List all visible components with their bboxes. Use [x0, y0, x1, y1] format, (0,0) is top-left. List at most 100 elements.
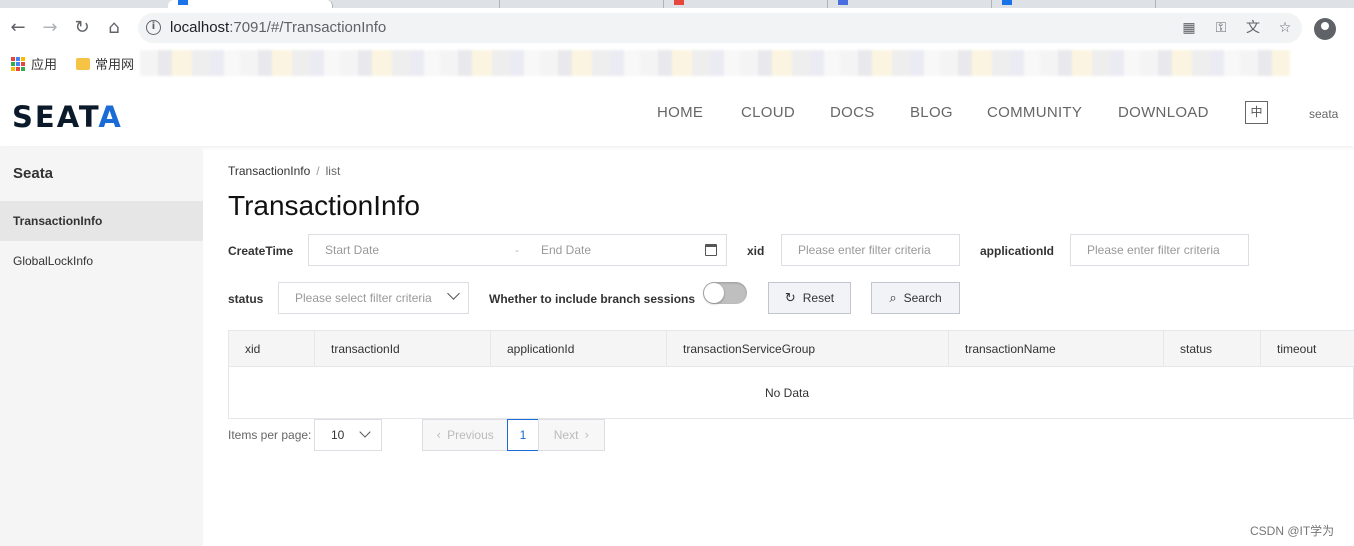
apps-grid-icon [11, 56, 25, 71]
seata-logo[interactable]: SEATA [12, 100, 123, 134]
translate-icon[interactable]: 文 [1244, 19, 1262, 37]
browser-tab-strip [0, 0, 1354, 8]
column-header-transaction-name[interactable]: transactionName [949, 331, 1164, 367]
address-url[interactable]: localhost:7091/#/TransactionInfo [170, 19, 386, 36]
tab-favicon-icon [838, 0, 848, 5]
user-name[interactable]: seata [1309, 107, 1338, 121]
browser-tab[interactable] [333, 0, 500, 8]
star-icon[interactable]: ☆ [1276, 19, 1294, 37]
status-select-placeholder: Please select filter criteria [295, 291, 432, 305]
previous-page-label: Previous [447, 428, 494, 442]
previous-page-button[interactable]: ‹ Previous [422, 419, 508, 451]
toggle-knob [704, 283, 724, 303]
transactions-table: xid transactionId applicationId transact… [228, 330, 1354, 419]
bookmark-folder[interactable]: 常用网 [76, 54, 134, 73]
home-icon[interactable]: ⌂ [104, 18, 124, 38]
next-page-label: Next [553, 428, 579, 442]
browser-tab[interactable] [992, 0, 1156, 8]
bookmark-apps-label: 应用 [31, 57, 58, 72]
column-header-transaction-id[interactable]: transactionId [315, 331, 491, 367]
reload-icon[interactable]: ↻ [72, 18, 92, 38]
watermark: CSDN @IT学为 [1250, 524, 1335, 538]
nav-community[interactable]: COMMUNITY [987, 104, 1082, 121]
refresh-icon: ↻ [784, 291, 796, 306]
calendar-icon[interactable] [705, 244, 717, 256]
status-select[interactable]: Please select filter criteria [278, 282, 469, 314]
chevron-down-icon [447, 287, 460, 300]
page-number-current[interactable]: 1 [507, 419, 539, 451]
chevron-down-icon [359, 426, 371, 438]
browser-tab-active[interactable] [168, 0, 333, 8]
browser-tab[interactable] [664, 0, 828, 8]
branch-sessions-label: Whether to include branch sessions [489, 292, 696, 306]
sidebar: Seata TransactionInfo GlobalLockInfo [0, 147, 203, 546]
url-host: localhost [170, 19, 230, 36]
breadcrumb-parent[interactable]: TransactionInfo [228, 164, 310, 178]
create-time-range-picker[interactable]: Start Date - End Date [308, 234, 727, 266]
bookmark-folder-label: 常用网 [95, 57, 135, 72]
nav-docs[interactable]: DOCS [830, 104, 875, 121]
bookmark-apps[interactable]: 应用 [11, 54, 57, 73]
browser-toolbar: ← → ↻ ⌂ i localhost:7091/#/TransactionIn… [0, 8, 1354, 48]
page-size-value: 10 [331, 428, 345, 442]
breadcrumb: TransactionInfo / list [228, 164, 340, 178]
reset-button-label: Reset [802, 291, 835, 305]
tab-favicon-icon [674, 0, 684, 5]
search-button[interactable]: ⌕ Search [871, 282, 960, 314]
column-header-application-id[interactable]: applicationId [491, 331, 667, 367]
folder-icon [76, 57, 90, 70]
back-arrow-icon[interactable]: ← [8, 18, 28, 38]
nav-cloud[interactable]: CLOUD [741, 104, 795, 121]
xid-input[interactable]: Please enter filter criteria [781, 234, 960, 266]
sidebar-item-transactioninfo[interactable]: TransactionInfo [0, 201, 203, 241]
logo-accent: A [98, 100, 123, 134]
sidebar-title: Seata [13, 165, 54, 182]
table-empty-message: No Data [765, 386, 810, 400]
search-icon: ⌕ [889, 291, 897, 306]
nav-download[interactable]: DOWNLOAD [1118, 104, 1209, 121]
nav-home[interactable]: HOME [657, 104, 703, 121]
column-header-status[interactable]: status [1164, 331, 1261, 367]
chevron-right-icon: › [584, 428, 590, 442]
logo-text: SEAT [12, 100, 99, 134]
forward-arrow-icon[interactable]: → [40, 18, 60, 38]
branch-sessions-toggle[interactable] [703, 282, 747, 304]
address-bar[interactable]: i localhost:7091/#/TransactionInfo ▦ ⚿ 文… [138, 13, 1302, 43]
status-label: status [228, 292, 264, 306]
key-icon[interactable]: ⚿ [1212, 19, 1230, 37]
app-header: SEATA HOME CLOUD DOCS BLOG COMMUNITY DOW… [0, 86, 1354, 146]
create-time-label: CreateTime [228, 244, 294, 258]
profile-avatar-icon[interactable] [1314, 18, 1336, 40]
page-title: TransactionInfo [228, 190, 420, 221]
browser-tab[interactable] [828, 0, 992, 8]
table-header: xid transactionId applicationId transact… [229, 331, 1354, 367]
application-id-label: applicationId [980, 244, 1055, 258]
items-per-page-label: Items per page: [228, 428, 312, 442]
site-info-icon[interactable]: i [146, 20, 161, 35]
xid-label: xid [747, 244, 765, 258]
column-header-transaction-service-group[interactable]: transactionServiceGroup [667, 331, 949, 367]
chevron-left-icon: ‹ [436, 428, 442, 442]
language-toggle-button[interactable]: 中 [1245, 101, 1268, 124]
breadcrumb-current: list [325, 164, 341, 178]
date-separator: - [515, 243, 519, 257]
tab-favicon-icon [178, 0, 188, 5]
search-button-label: Search [903, 291, 942, 305]
reset-button[interactable]: ↻ Reset [768, 282, 851, 314]
nav-blog[interactable]: BLOG [910, 104, 953, 121]
breadcrumb-separator: / [316, 164, 320, 178]
tab-favicon-icon [1002, 0, 1012, 5]
qr-code-icon[interactable]: ▦ [1180, 19, 1198, 37]
start-date-input[interactable]: Start Date [325, 243, 379, 257]
end-date-input[interactable]: End Date [541, 235, 591, 265]
column-header-xid[interactable]: xid [229, 331, 315, 367]
column-header-timeout[interactable]: timeout [1261, 331, 1354, 367]
application-id-input[interactable]: Please enter filter criteria [1070, 234, 1249, 266]
browser-tab[interactable] [500, 0, 664, 8]
blurred-bookmarks [140, 50, 1290, 76]
page-size-select[interactable]: 10 [314, 419, 382, 451]
url-path: :7091/#/TransactionInfo [229, 19, 387, 36]
next-page-button[interactable]: Next › [538, 419, 605, 451]
main-content: TransactionInfo / list TransactionInfo Cre… [203, 147, 1354, 546]
sidebar-item-globallockinfo[interactable]: GlobalLockInfo [0, 241, 203, 281]
